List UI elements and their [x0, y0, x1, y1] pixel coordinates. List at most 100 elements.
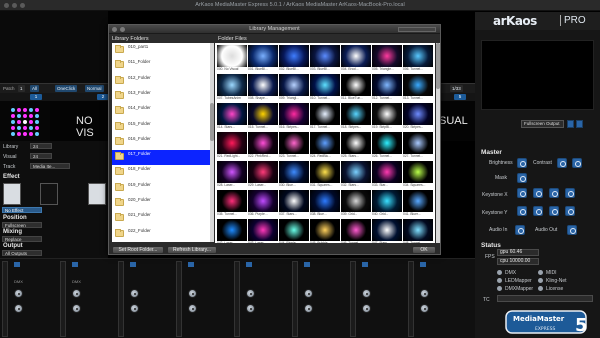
visual-thumbnail[interactable]: 032. Stars...	[341, 161, 371, 190]
solo-button[interactable]	[362, 262, 368, 267]
scroll-thumb[interactable]	[436, 43, 440, 89]
solo-button[interactable]	[130, 262, 136, 267]
visual-thumbnail[interactable]: 025. Stars...	[341, 132, 371, 161]
folder-item[interactable]: 017_Folder	[112, 150, 210, 166]
visual-thumbnail[interactable]: 039. Grid...	[341, 190, 371, 219]
contrast-knob[interactable]	[557, 158, 567, 168]
layer-knob[interactable]	[130, 289, 139, 298]
scroll-thumb[interactable]	[210, 103, 214, 141]
library-field[interactable]: 24	[30, 143, 52, 149]
folder-item[interactable]: 018_Folder	[112, 165, 210, 180]
patch-value[interactable]: 1	[18, 85, 25, 92]
effect-select[interactable]: No Effect	[2, 207, 42, 213]
layer-knob[interactable]	[130, 304, 139, 313]
visual-thumbnail[interactable]: 024. RedBlu...	[310, 132, 340, 161]
folder-item[interactable]: 019_Folder	[112, 181, 210, 196]
layer-knob[interactable]	[188, 289, 197, 298]
solo-button[interactable]	[304, 262, 310, 267]
deck-preview-empty-right[interactable]: SUAL	[437, 101, 475, 141]
folder-item[interactable]: 011_Folder	[112, 58, 210, 73]
mixing-select[interactable]: Replace	[2, 236, 42, 242]
position-select[interactable]: Fullscreen	[2, 222, 42, 228]
visual-thumbnail[interactable]: 048. Tunnel...	[403, 219, 433, 243]
visual-thumbnail[interactable]: 006. Tunnel...	[403, 45, 433, 74]
visual-field[interactable]: 24	[30, 153, 52, 159]
visual-thumbnail[interactable]: 038. Blue...	[310, 190, 340, 219]
refresh-library-button[interactable]: Refresh Library...	[167, 246, 217, 254]
visual-thumbnail[interactable]: 002. BlueBl...	[279, 45, 309, 74]
keystone-knob[interactable]	[533, 188, 543, 198]
visual-thumbnail[interactable]: 026. Tunnel...	[372, 132, 402, 161]
visual-thumbnail[interactable]: 035. Tunnel...	[217, 190, 247, 219]
keystone-knob[interactable]	[533, 206, 543, 216]
visual-thumbnail[interactable]: 003. BlueBl...	[310, 45, 340, 74]
layer-fader[interactable]	[2, 261, 8, 337]
layer-knob[interactable]	[14, 304, 23, 313]
output-select[interactable]: All Outputs	[2, 250, 42, 256]
folder-item[interactable]: 022_Folder	[112, 227, 210, 242]
visual-thumbnail[interactable]: 022. PinkRed...	[248, 132, 278, 161]
visual-thumbnail[interactable]: 020. Stripes...	[403, 103, 433, 132]
visual-thumbnail[interactable]: 012. Tunnel...	[372, 74, 402, 103]
layer-fader[interactable]	[408, 261, 414, 337]
layer-knob[interactable]	[420, 289, 429, 298]
keystone-knob[interactable]	[549, 206, 559, 216]
visual-thumbnail[interactable]: 028. Laser...	[217, 161, 247, 190]
visual-thumbnail[interactable]: 041. Bluer...	[403, 190, 433, 219]
chip-normal[interactable]: Normal	[85, 85, 104, 92]
visual-thumbnail[interactable]: 019. StripBl...	[372, 103, 402, 132]
layer-fader[interactable]	[234, 261, 240, 337]
master-toggle[interactable]	[572, 158, 582, 168]
audio-in-button[interactable]	[515, 225, 525, 235]
visual-thumbnail[interactable]: 042. Laser...	[217, 219, 247, 243]
visual-thumbnail[interactable]: 030. Blue...	[279, 161, 309, 190]
layer-knob[interactable]	[304, 289, 313, 298]
ok-button[interactable]: OK	[412, 246, 436, 254]
layer-knob[interactable]	[420, 304, 429, 313]
visual-thumbnail[interactable]: 001. BlueBl...	[248, 45, 278, 74]
folder-item[interactable]: 020_Folder	[112, 196, 210, 211]
keystone-knob[interactable]	[517, 206, 527, 216]
visual-thumbnail[interactable]: 007. TubesAnim	[217, 74, 247, 103]
output-settings-icon[interactable]	[567, 120, 574, 128]
visual-thumbnail[interactable]: 005. Triangle...	[372, 45, 402, 74]
visual-thumbnail[interactable]: 011. BlueTun...	[341, 74, 371, 103]
audio-out-button[interactable]	[567, 225, 577, 235]
visual-thumbnail[interactable]: 027. Tunnel...	[403, 132, 433, 161]
visual-thumbnail[interactable]: 013. Tunnel...	[403, 74, 433, 103]
visual-thumbnail[interactable]: 018. Stripes...	[341, 103, 371, 132]
solo-button[interactable]	[188, 262, 194, 267]
folder-item[interactable]: 013_Folder	[112, 89, 210, 104]
layer-knob[interactable]	[362, 289, 371, 298]
folder-item[interactable]: 010_part1	[112, 43, 210, 58]
chip-oneclick[interactable]: OneClick	[55, 85, 78, 92]
visual-thumbnail[interactable]: 044. Ripple...	[279, 219, 309, 243]
folder-item[interactable]: 014_Folder	[112, 104, 210, 119]
keystone-knob[interactable]	[549, 188, 559, 198]
output-select[interactable]: Fullscreen Output	[521, 120, 564, 128]
effect-thumb[interactable]	[88, 183, 106, 205]
visual-thumbnail[interactable]: 047. Stars...	[372, 219, 402, 243]
layer-fader[interactable]	[118, 261, 124, 337]
visual-thumbnail[interactable]: 016. Stripes...	[279, 103, 309, 132]
folder-files-grid[interactable]: 000. No Visual 001. BlueBl... 002. BlueBl.…	[215, 43, 435, 243]
dialog-search-input[interactable]	[398, 27, 436, 32]
solo-button[interactable]	[72, 262, 78, 267]
visual-thumbnail[interactable]: 029. Laser...	[248, 161, 278, 190]
visual-thumbnail[interactable]: 004. Ercol...	[341, 45, 371, 74]
visual-thumbnail[interactable]: 043. Laser...	[248, 219, 278, 243]
mask-button[interactable]	[517, 173, 527, 183]
folder-item[interactable]: 015_Folder	[112, 120, 210, 135]
visual-thumbnail[interactable]: 010. Tunnel...	[310, 74, 340, 103]
output-view-icon[interactable]	[576, 120, 583, 128]
visual-thumbnail[interactable]: 017. Tunnel...	[310, 103, 340, 132]
deck-number[interactable]: 1	[30, 94, 42, 100]
layer-knob[interactable]	[304, 304, 313, 313]
visual-thumbnail[interactable]: 023. Tunnel...	[279, 132, 309, 161]
layer-knob[interactable]	[14, 289, 23, 298]
effect-thumb[interactable]	[3, 183, 21, 205]
layer-fader[interactable]	[292, 261, 298, 337]
keystone-knob[interactable]	[517, 188, 527, 198]
visual-thumbnail[interactable]: 000. No Visual	[217, 45, 247, 74]
solo-button[interactable]	[246, 262, 252, 267]
